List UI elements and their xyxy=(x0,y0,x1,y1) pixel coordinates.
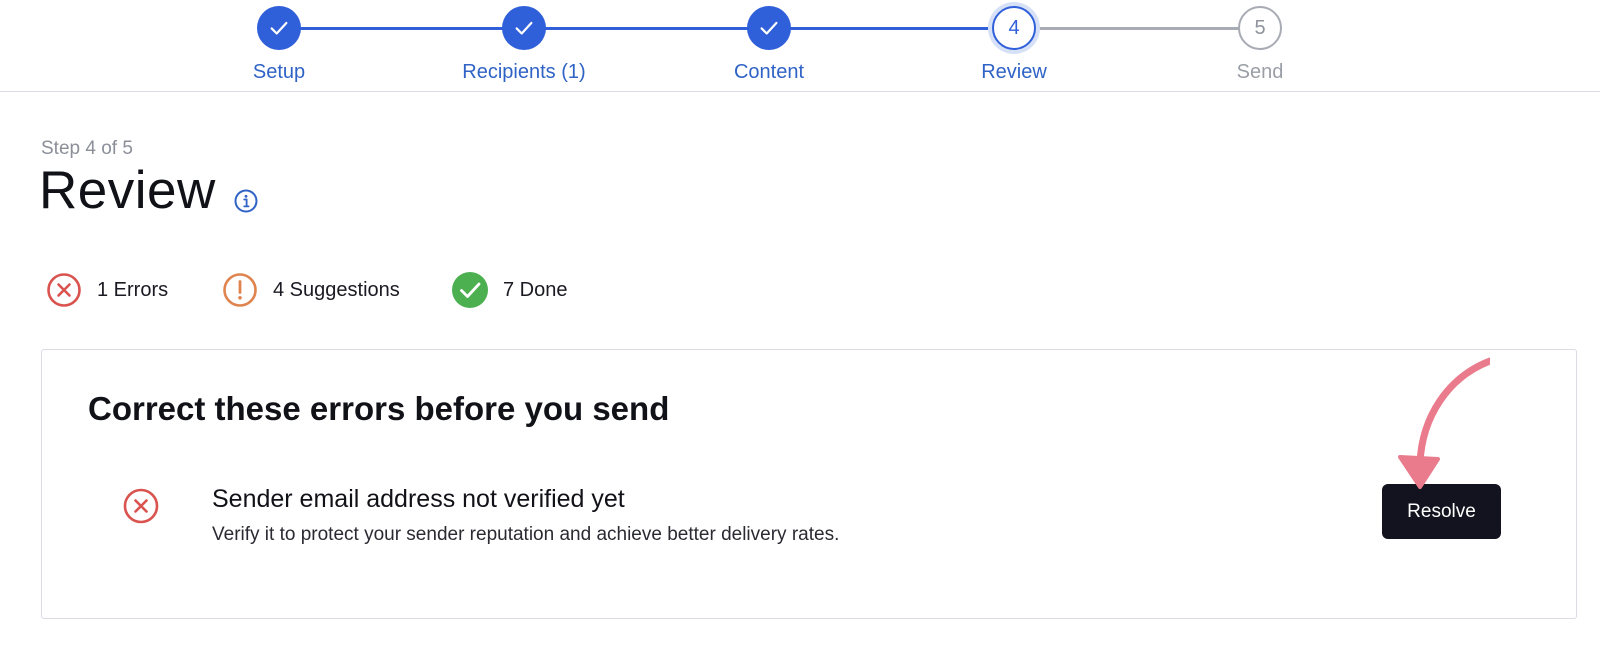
resolve-button[interactable]: Resolve xyxy=(1382,484,1501,539)
step-counter: Step 4 of 5 xyxy=(41,138,133,159)
error-x-icon xyxy=(46,272,82,308)
summary-done[interactable]: 7 Done xyxy=(452,272,568,308)
step-label: Review xyxy=(981,61,1047,83)
error-x-icon xyxy=(122,487,160,525)
step-recipients[interactable]: Recipients (1) xyxy=(434,6,614,84)
errors-card-title: Correct these errors before you send xyxy=(88,390,670,427)
step-setup[interactable]: Setup xyxy=(189,6,369,84)
errors-card: Correct these errors before you send Sen… xyxy=(41,349,1577,619)
step-label: Setup xyxy=(252,61,306,83)
step-label: Recipients (1) xyxy=(462,61,586,83)
step-review[interactable]: 4 Review xyxy=(924,6,1104,84)
warning-exclamation-icon xyxy=(222,272,258,308)
step-label: Content xyxy=(733,61,805,83)
step-check-icon xyxy=(257,6,301,50)
step-check-icon xyxy=(502,6,546,50)
campaign-review-page: Setup Recipients (1) Content 4 Review 5 … xyxy=(0,0,1600,646)
check-circle-icon xyxy=(452,272,488,308)
error-item-description: Verify it to protect your sender reputat… xyxy=(212,524,840,545)
error-item-title: Sender email address not verified yet xyxy=(212,485,625,513)
summary-suggestions[interactable]: 4 Suggestions xyxy=(222,272,400,308)
summary-suggestions-label: 4 Suggestions xyxy=(273,278,400,301)
page-title: Review xyxy=(39,161,216,220)
summary-errors-label: 1 Errors xyxy=(97,278,169,301)
step-send[interactable]: 5 Send xyxy=(1170,6,1350,84)
progress-stepper: Setup Recipients (1) Content 4 Review 5 … xyxy=(0,0,1600,92)
summary-done-label: 7 Done xyxy=(503,278,568,301)
step-label: Send xyxy=(1236,61,1284,83)
summary-errors[interactable]: 1 Errors xyxy=(46,272,168,308)
step-check-icon xyxy=(747,6,791,50)
step-number: 4 xyxy=(992,6,1036,50)
step-number: 5 xyxy=(1238,6,1282,50)
step-content[interactable]: Content xyxy=(679,6,859,84)
info-icon[interactable] xyxy=(233,188,259,214)
